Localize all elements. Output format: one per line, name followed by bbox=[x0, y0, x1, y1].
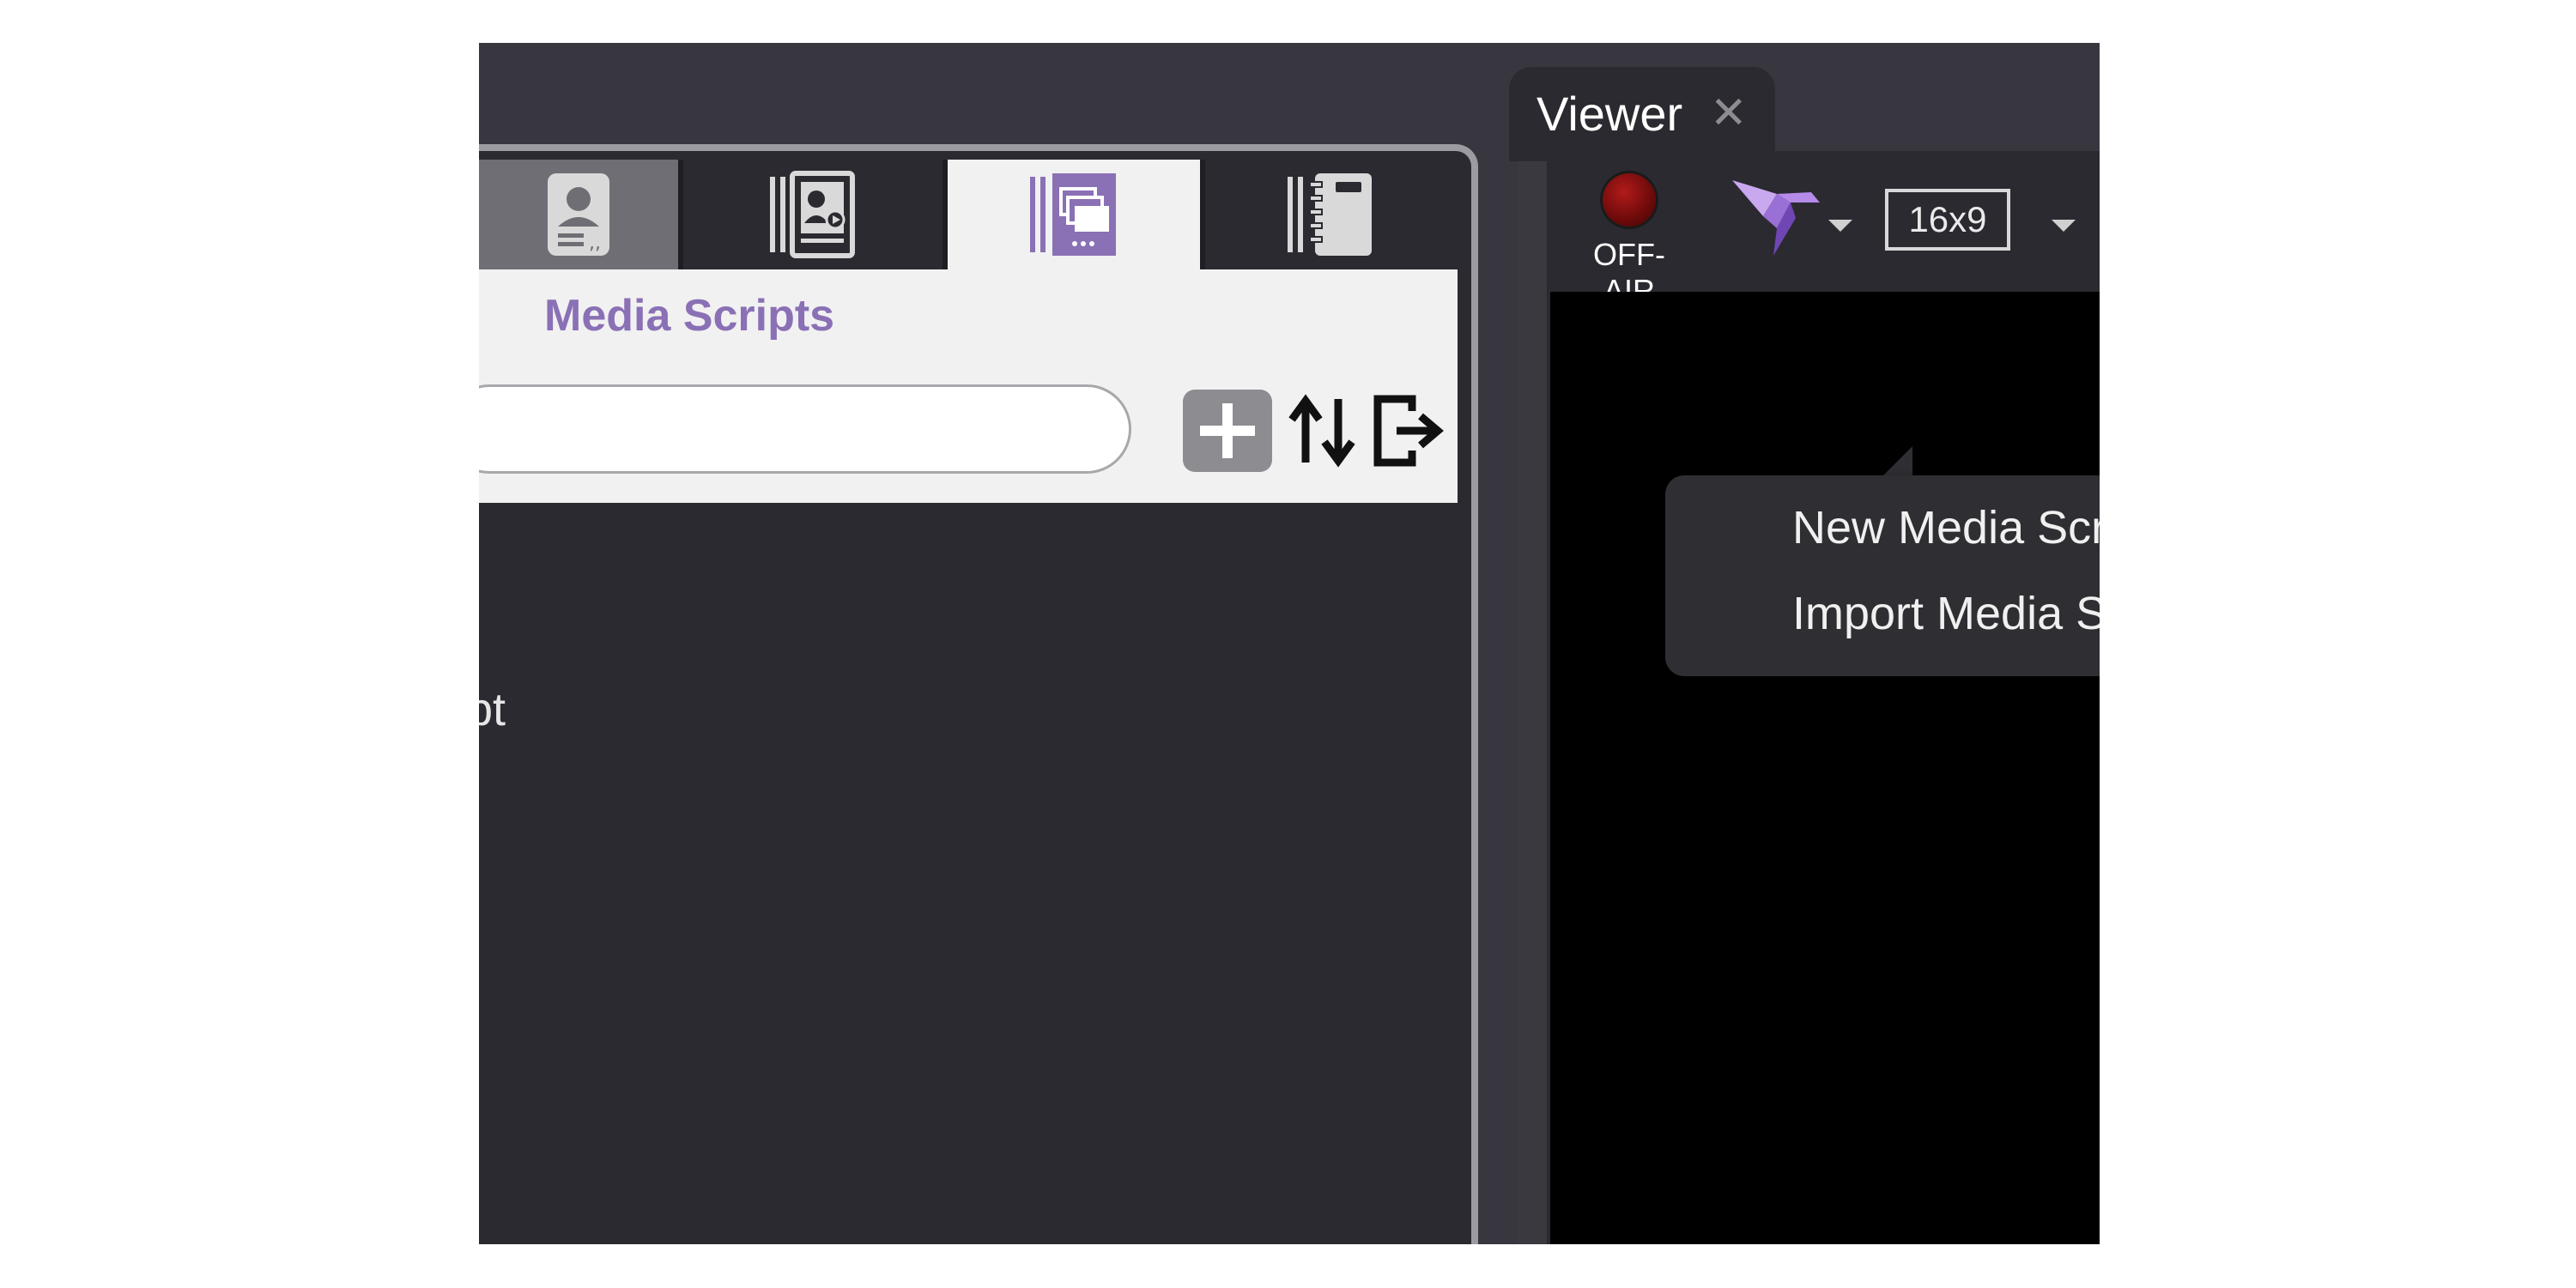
menu-pointer bbox=[1882, 446, 1912, 477]
close-icon[interactable]: ✕ bbox=[1710, 88, 1748, 139]
tab-presenter[interactable] bbox=[685, 160, 943, 269]
panel-header: Media Scripts bbox=[479, 269, 1458, 503]
svg-text:,,: ,, bbox=[589, 233, 601, 254]
sort-arrows-icon bbox=[1288, 394, 1355, 468]
list-item[interactable]: ript bbox=[479, 683, 506, 736]
export-icon bbox=[1373, 395, 1444, 467]
viewer-screen bbox=[1550, 292, 2100, 1244]
panel-title: Media Scripts bbox=[544, 291, 835, 341]
tab-notebook[interactable] bbox=[1205, 160, 1458, 269]
tab-media-scripts[interactable] bbox=[948, 160, 1200, 269]
export-button[interactable] bbox=[1368, 386, 1451, 475]
bird-logo-icon[interactable] bbox=[1729, 168, 1823, 263]
viewer-tab-label: Viewer bbox=[1537, 87, 1683, 141]
script-list: ript ng bbox=[479, 503, 1458, 1244]
media-scripts-icon bbox=[1030, 173, 1116, 256]
menu-item-new-media-script[interactable]: New Media Script bbox=[1792, 501, 2100, 554]
on-air-light-icon bbox=[1603, 173, 1656, 227]
sort-button[interactable] bbox=[1281, 386, 1363, 475]
aspect-ratio-dropdown-icon[interactable] bbox=[2052, 220, 2076, 232]
panel-tab-bar: ,, bbox=[479, 160, 1458, 269]
add-dropdown-menu: New Media Script Import Media Scripts fr… bbox=[1665, 475, 2100, 676]
menu-item-import-media-scripts[interactable]: Import Media Scripts from File... bbox=[1792, 587, 2100, 640]
contact-card-icon: ,, bbox=[548, 173, 609, 256]
app-window: ,, Media Scripts pt OFF-AIR 16x9 Viewer … bbox=[479, 43, 2100, 1244]
tab-viewer[interactable]: Viewer ✕ bbox=[1509, 67, 1775, 161]
on-air-indicator[interactable]: OFF-AIR bbox=[1569, 173, 1689, 309]
plus-icon bbox=[1200, 403, 1255, 458]
notebook-icon bbox=[1288, 173, 1372, 256]
logo-dropdown-icon[interactable] bbox=[1828, 220, 1852, 232]
script-presenter-icon bbox=[770, 171, 855, 258]
tab-separator bbox=[678, 160, 683, 269]
add-button[interactable] bbox=[1183, 390, 1272, 472]
tab-contacts[interactable]: ,, bbox=[479, 160, 678, 269]
viewer-side-strip bbox=[1518, 151, 1547, 1244]
aspect-ratio-selector[interactable]: 16x9 bbox=[1885, 189, 2010, 251]
search-input[interactable] bbox=[479, 384, 1131, 474]
